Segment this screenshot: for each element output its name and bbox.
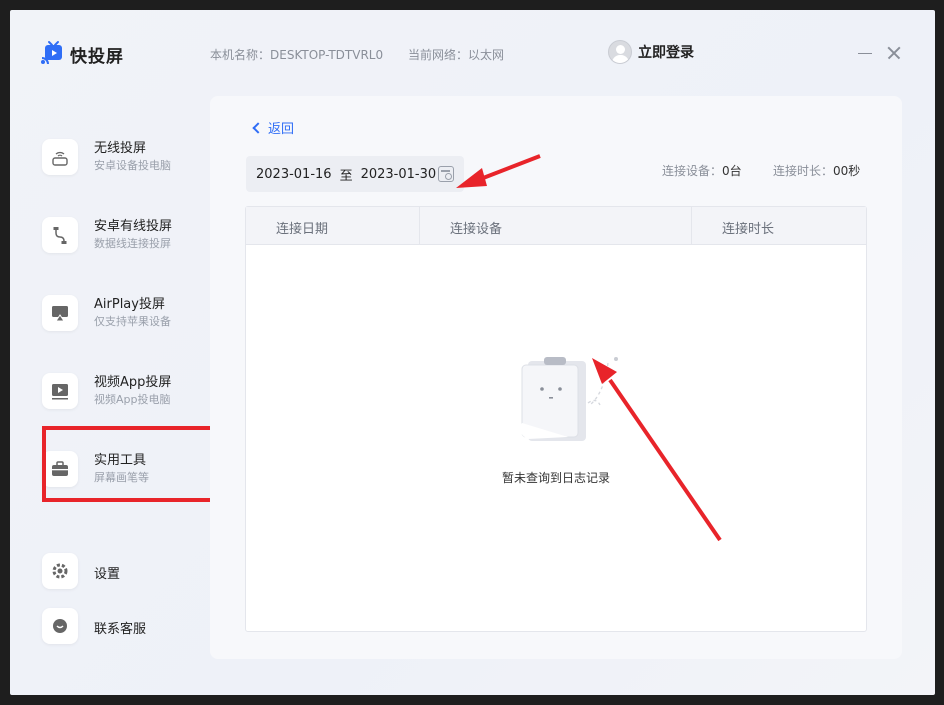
sidebar-item-wireless[interactable]: 无线投屏 安卓设备投电脑 (40, 131, 210, 187)
column-divider (419, 207, 420, 245)
date-range-picker[interactable]: 2023-01-16 至 2023-01-30 (246, 156, 464, 192)
sidebar-item-title: 安卓有线投屏 (94, 219, 173, 234)
gear-icon (42, 553, 78, 589)
empty-state-text: 暂未查询到日志记录 (501, 471, 610, 485)
title-bar: 快投屏 本机名称：DESKTOP-TDTVRL0 当前网络：以太网 立即登录 (10, 10, 935, 96)
chat-support-icon (42, 608, 78, 644)
sidebar-item-subtitle: 仅支持苹果设备 (94, 315, 171, 328)
sidebar-item-title: AirPlay投屏 (94, 297, 165, 312)
chevron-left-icon (252, 122, 264, 134)
usb-cable-icon (42, 217, 78, 253)
network-status: 当前网络：以太网 (408, 48, 505, 62)
airplay-icon (42, 295, 78, 331)
column-header-device: 连接设备 (450, 222, 503, 237)
machine-name: 本机名称：DESKTOP-TDTVRL0 (210, 48, 384, 62)
device-count-value: 0台 (722, 164, 742, 178)
sidebar-item-settings[interactable]: 设置 (40, 553, 210, 609)
video-play-icon (42, 373, 78, 409)
empty-clipboard-icon (520, 357, 618, 441)
avatar-icon (608, 40, 632, 64)
column-header-duration: 连接时长 (722, 222, 775, 237)
sidebar-item-subtitle: 安卓设备投电脑 (94, 159, 171, 172)
date-start: 2023-01-16 (256, 166, 332, 182)
device-count: 连接设备：0台 (662, 162, 742, 179)
sidebar-item-wired[interactable]: 安卓有线投屏 数据线连接投屏 (40, 209, 210, 265)
sidebar-item-support[interactable]: 联系客服 (40, 608, 210, 664)
duration-value: 00秒 (833, 164, 861, 178)
calendar-icon[interactable] (438, 166, 454, 182)
back-label: 返回 (268, 122, 295, 137)
login-label: 立即登录 (638, 45, 694, 61)
sidebar-item-video-app[interactable]: 视频App投屏 视频App投电脑 (40, 365, 210, 421)
app-title: 快投屏 (70, 47, 124, 67)
connection-duration: 连接时长：00秒 (773, 162, 860, 179)
settings-label: 设置 (94, 567, 121, 582)
log-panel: 返回 2023-01-16 至 2023-01-30 连接设备：0台 连接时长：… (210, 96, 902, 659)
column-divider (691, 207, 692, 245)
annotation-highlight-box (42, 426, 222, 502)
sidebar-item-title: 视频App投屏 (94, 375, 172, 390)
log-table: 连接日期 连接设备 连接时长 暂未查询到日志记录 (245, 206, 867, 632)
sidebar-item-airplay[interactable]: AirPlay投屏 仅支持苹果设备 (40, 287, 210, 343)
sidebar-item-subtitle: 数据线连接投屏 (94, 237, 171, 250)
sidebar-item-title: 无线投屏 (94, 141, 147, 156)
wifi-icon (42, 139, 78, 175)
app-logo-icon (41, 41, 62, 64)
duration-label: 连接时长： (773, 164, 834, 178)
device-count-label: 连接设备： (662, 164, 723, 178)
login-button[interactable]: 立即登录 (608, 40, 694, 64)
support-label: 联系客服 (94, 622, 147, 637)
sidebar-item-subtitle: 视频App投电脑 (94, 393, 171, 406)
column-header-date: 连接日期 (276, 222, 329, 237)
close-icon[interactable] (885, 44, 903, 62)
table-header: 连接日期 连接设备 连接时长 (246, 207, 866, 245)
minimize-icon[interactable] (856, 44, 874, 62)
app-window: 快投屏 本机名称：DESKTOP-TDTVRL0 当前网络：以太网 立即登录 无… (10, 10, 935, 695)
back-button[interactable]: 返回 (252, 118, 295, 137)
date-end: 2023-01-30 (360, 166, 437, 182)
date-separator: 至 (339, 168, 353, 184)
